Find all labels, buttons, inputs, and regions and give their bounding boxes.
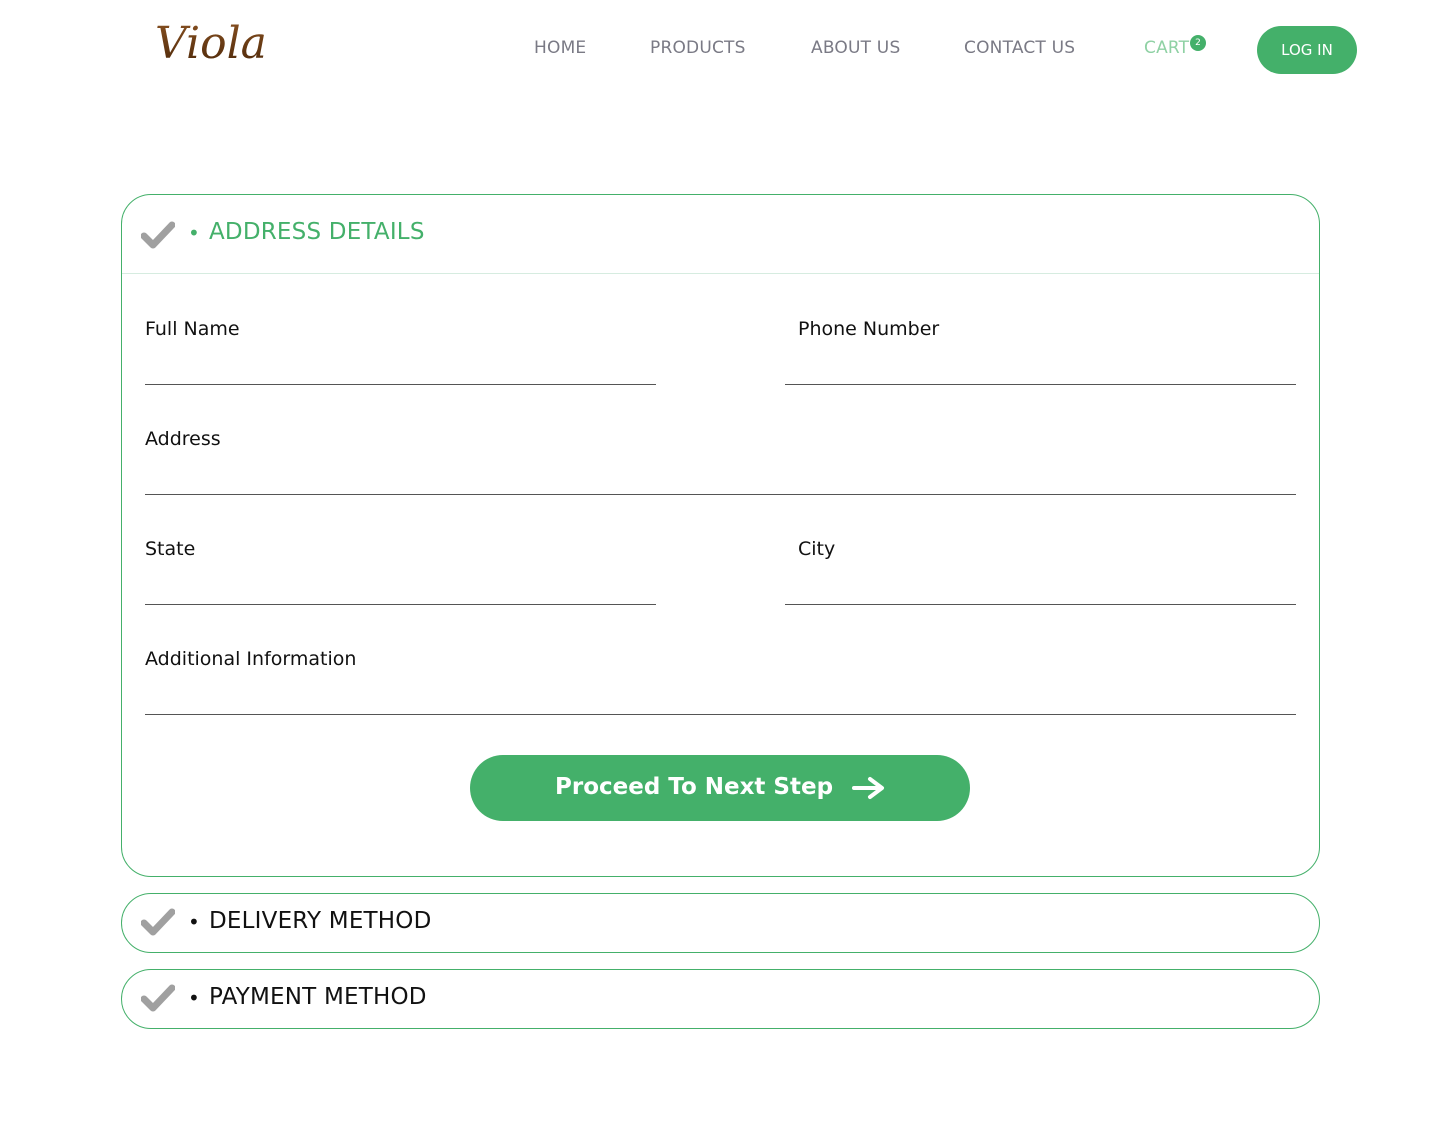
delivery-method-panel[interactable]: • DELIVERY METHOD: [121, 893, 1320, 953]
additional-information-label: Additional Information: [145, 648, 357, 670]
full-name-label: Full Name: [145, 318, 240, 340]
check-icon: [141, 984, 175, 1012]
nav-products[interactable]: PRODUCTS: [650, 38, 746, 58]
state-label: State: [145, 538, 196, 560]
full-name-input[interactable]: [145, 349, 656, 385]
delivery-method-title: DELIVERY METHOD: [209, 908, 432, 934]
proceed-to-next-step-button[interactable]: Proceed To Next Step: [470, 755, 970, 821]
nav-home[interactable]: HOME: [534, 38, 586, 58]
login-button[interactable]: LOG IN: [1257, 26, 1357, 74]
nav-cart[interactable]: CART: [1144, 38, 1189, 58]
check-icon: [141, 908, 175, 936]
address-details-title: ADDRESS DETAILS: [209, 219, 425, 245]
arrow-right-icon: [852, 777, 884, 799]
nav-about-us[interactable]: ABOUT US: [811, 38, 900, 58]
city-label: City: [798, 538, 836, 560]
address-label: Address: [145, 428, 221, 450]
section-bullet: •: [188, 986, 200, 1010]
site-header: Viola HOME PRODUCTS ABOUT US CONTACT US …: [0, 0, 1440, 100]
section-bullet: •: [188, 221, 200, 245]
cart-count-badge: 2: [1190, 35, 1206, 51]
check-icon: [141, 221, 175, 249]
address-input[interactable]: [145, 459, 1296, 495]
phone-number-input[interactable]: [785, 349, 1296, 385]
payment-method-panel[interactable]: • PAYMENT METHOD: [121, 969, 1320, 1029]
phone-number-label: Phone Number: [798, 318, 940, 340]
additional-information-input[interactable]: [145, 679, 1296, 715]
delivery-method-header[interactable]: • DELIVERY METHOD: [122, 894, 1319, 952]
state-input[interactable]: [145, 569, 656, 605]
payment-method-title: PAYMENT METHOD: [209, 984, 427, 1010]
nav-contact-us[interactable]: CONTACT US: [964, 38, 1075, 58]
section-bullet: •: [188, 910, 200, 934]
address-details-panel: • ADDRESS DETAILS Full Name Phone Number…: [121, 194, 1320, 877]
proceed-button-label: Proceed To Next Step: [555, 774, 834, 800]
main-nav: HOME PRODUCTS ABOUT US CONTACT US CART: [0, 38, 1440, 62]
payment-method-header[interactable]: • PAYMENT METHOD: [122, 970, 1319, 1028]
city-input[interactable]: [785, 569, 1296, 605]
address-details-header[interactable]: • ADDRESS DETAILS: [122, 195, 1319, 274]
